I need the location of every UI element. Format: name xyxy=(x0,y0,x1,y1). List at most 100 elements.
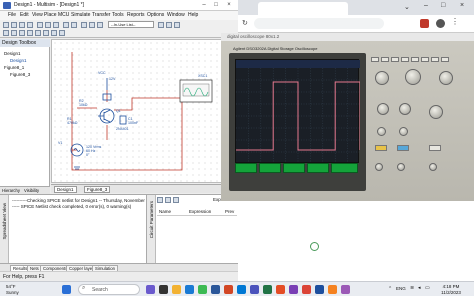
scope-button-5[interactable] xyxy=(411,57,419,62)
tab-figure8-3[interactable]: Figure8_3 xyxy=(84,186,111,193)
ch2-button[interactable] xyxy=(397,145,409,151)
wifi-icon[interactable]: ≋ xyxy=(410,285,414,291)
app-icon-3[interactable] xyxy=(198,285,207,294)
chrome-icon[interactable] xyxy=(302,285,311,294)
app-icon-2[interactable] xyxy=(159,285,168,294)
close-icon[interactable]: × xyxy=(225,1,233,9)
zoom-out-icon[interactable] xyxy=(89,22,95,28)
tray-chevron-icon[interactable]: ⌃ xyxy=(388,286,392,292)
tab-search-icon[interactable]: ⌄ xyxy=(404,3,410,11)
trigger-knob-icon[interactable] xyxy=(439,71,453,85)
softkey-4[interactable] xyxy=(307,163,329,173)
app-icon-1[interactable] xyxy=(146,285,155,294)
transistor-icon[interactable] xyxy=(27,30,33,36)
scope-button-3[interactable] xyxy=(391,57,399,62)
horizontal-knob-icon[interactable] xyxy=(375,71,389,85)
taskbar-search[interactable]: Search xyxy=(78,284,140,295)
teams-icon[interactable] xyxy=(250,285,259,294)
outlook-icon[interactable] xyxy=(237,285,246,294)
zoom-fit-icon[interactable] xyxy=(97,22,103,28)
edge-icon[interactable] xyxy=(185,285,194,294)
cut-icon[interactable] xyxy=(37,22,43,28)
tab-design1[interactable]: Design1 xyxy=(54,186,77,193)
ttl-icon[interactable] xyxy=(43,30,49,36)
menu-dots-icon[interactable]: ⋮ xyxy=(451,17,459,26)
menu-options[interactable]: Options xyxy=(147,12,164,18)
scope-button-6[interactable] xyxy=(421,57,429,62)
menu-window[interactable]: Window xyxy=(167,12,185,18)
softkey-5[interactable] xyxy=(331,163,358,173)
menu-place[interactable]: Place xyxy=(44,12,57,18)
tree-item-figure8-1[interactable]: Figure8_1 xyxy=(4,65,24,70)
scope-button-2[interactable] xyxy=(381,57,389,62)
weather-widget[interactable]: 54°F Sunny xyxy=(6,284,19,295)
tab-hierarchy[interactable]: Hierarchy xyxy=(2,188,20,193)
open-icon[interactable] xyxy=(11,22,17,28)
battery-icon[interactable]: ▭ xyxy=(425,285,430,291)
tab-visibility[interactable]: Visibility xyxy=(24,188,39,193)
analog-icon[interactable] xyxy=(35,30,41,36)
excel-icon[interactable] xyxy=(263,285,272,294)
copy-icon[interactable] xyxy=(45,22,51,28)
add-icon[interactable] xyxy=(165,197,171,203)
print-icon[interactable] xyxy=(27,22,33,28)
cmos-icon[interactable] xyxy=(51,30,57,36)
minimize-browser-icon[interactable]: – xyxy=(424,2,428,9)
tree-item-design1-root[interactable]: Design1 xyxy=(4,51,21,56)
menu-simulate[interactable]: Simulate xyxy=(71,12,90,18)
pause-icon[interactable] xyxy=(166,22,172,28)
ch1-scale-knob-icon[interactable] xyxy=(377,103,389,115)
stop-icon[interactable] xyxy=(174,22,180,28)
indicator-icon[interactable] xyxy=(59,30,65,36)
save-icon[interactable] xyxy=(19,22,25,28)
close-browser-icon[interactable]: × xyxy=(460,2,464,9)
new-icon[interactable] xyxy=(3,22,9,28)
app-icon-5[interactable] xyxy=(289,285,298,294)
language-indicator[interactable]: ENG xyxy=(396,286,406,291)
scope-button-4[interactable] xyxy=(401,57,409,62)
menu-mcu[interactable]: MCU xyxy=(58,12,69,18)
ch1-position-knob-icon[interactable] xyxy=(377,127,386,136)
basic-icon[interactable] xyxy=(11,30,17,36)
browser-tab[interactable] xyxy=(258,2,348,15)
level-knob-icon[interactable] xyxy=(429,105,443,119)
schematic-canvas[interactable]: XSC1 VCC 12V R2 10kΩ R1 470kΩ Q1 2N4401 … xyxy=(51,39,236,183)
app-icon-4[interactable] xyxy=(276,285,285,294)
tree-item-design1[interactable]: Design1 xyxy=(10,58,27,63)
start-icon[interactable] xyxy=(62,285,71,294)
page-action-icon[interactable] xyxy=(310,242,319,251)
scope-button-8[interactable] xyxy=(441,57,449,62)
menu-reports[interactable]: Reports xyxy=(127,12,145,18)
app-icon-6[interactable] xyxy=(328,285,337,294)
app-icon-7[interactable] xyxy=(341,285,350,294)
paste-icon[interactable] xyxy=(53,22,59,28)
softkey-3[interactable] xyxy=(283,163,305,173)
minimize-icon[interactable]: – xyxy=(200,1,208,9)
ch2-scale-knob-icon[interactable] xyxy=(399,103,411,115)
maximize-icon[interactable]: □ xyxy=(212,1,220,9)
address-bar[interactable] xyxy=(254,18,384,29)
delete-icon[interactable] xyxy=(173,197,179,203)
profile-avatar[interactable] xyxy=(436,19,445,28)
zoom-in-icon[interactable] xyxy=(81,22,87,28)
run-icon[interactable] xyxy=(158,22,164,28)
menu-edit[interactable]: Edit xyxy=(20,12,29,18)
diode-icon[interactable] xyxy=(19,30,25,36)
multisim-icon[interactable] xyxy=(315,285,324,294)
undo-icon[interactable] xyxy=(63,22,69,28)
source-icon[interactable] xyxy=(3,30,9,36)
maximize-browser-icon[interactable]: □ xyxy=(441,2,445,9)
math-button[interactable] xyxy=(429,145,441,151)
filter-icon[interactable] xyxy=(157,197,163,203)
powerpoint-icon[interactable] xyxy=(224,285,233,294)
file-explorer-icon[interactable] xyxy=(172,285,181,294)
softkey-1[interactable] xyxy=(235,163,257,173)
redo-icon[interactable] xyxy=(71,22,77,28)
extension-icon[interactable] xyxy=(420,19,429,28)
tree-item-figure8-3[interactable]: Figure8_3 xyxy=(10,72,30,77)
scope-button-1[interactable] xyxy=(371,57,379,62)
menu-help[interactable]: Help xyxy=(188,12,198,18)
softkey-2[interactable] xyxy=(259,163,281,173)
ch2-position-knob-icon[interactable] xyxy=(399,127,408,136)
scope-button-7[interactable] xyxy=(431,57,439,62)
